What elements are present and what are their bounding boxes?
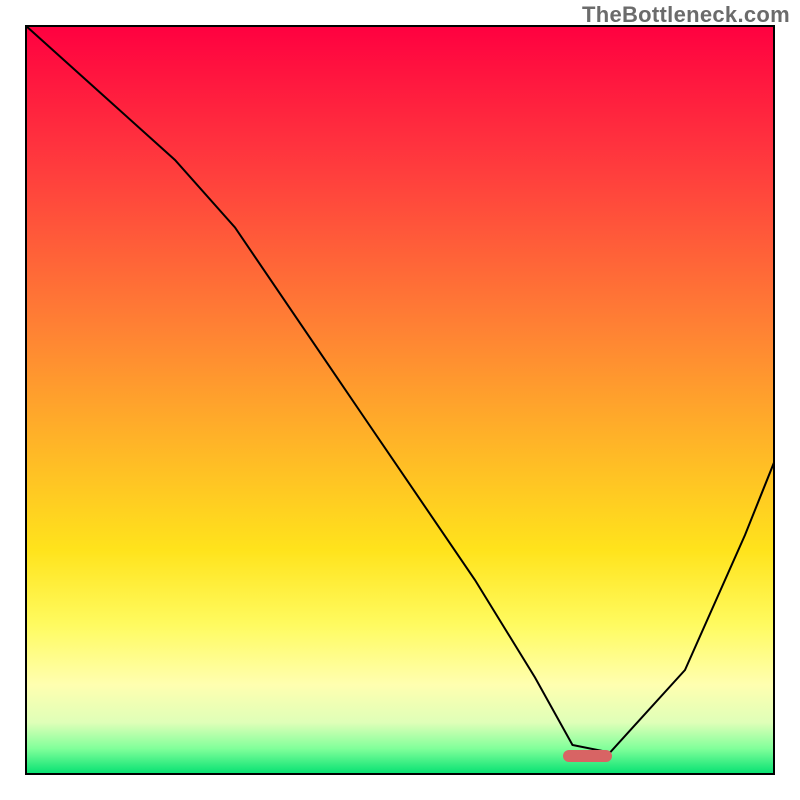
chart-container: TheBottleneck.com bbox=[0, 0, 800, 800]
plot-area bbox=[25, 25, 775, 775]
optimal-marker bbox=[563, 750, 612, 762]
bottleneck-curve bbox=[25, 25, 775, 775]
